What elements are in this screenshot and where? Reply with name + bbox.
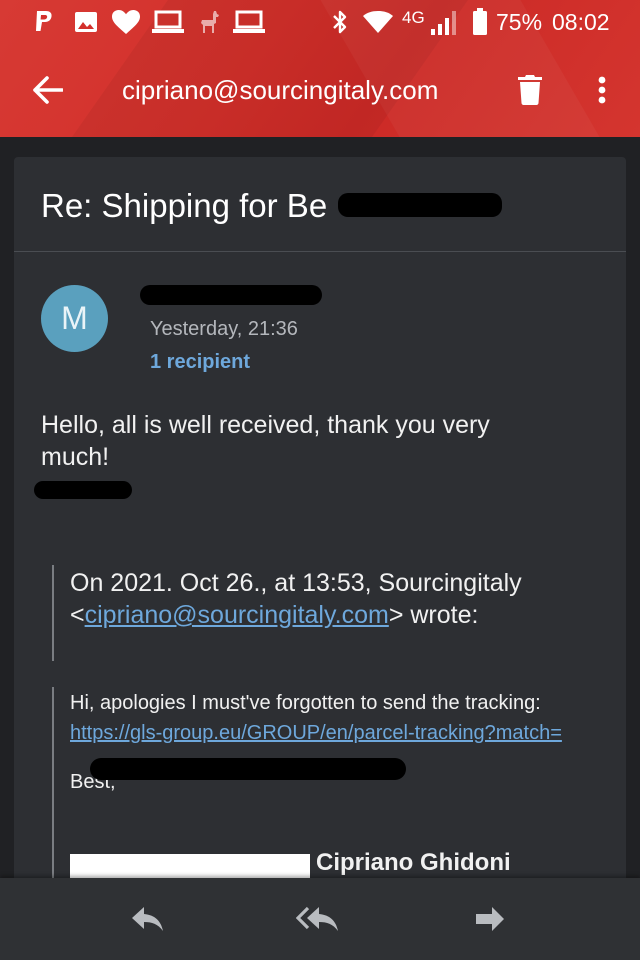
- avatar-initial: M: [61, 300, 88, 336]
- forward-icon: [476, 907, 504, 931]
- back-arrow-icon: [33, 76, 63, 104]
- wifi-icon: [362, 8, 394, 36]
- quoted-message: Hi, apologies I must've forgotten to sen…: [52, 687, 612, 897]
- more-vert-icon: [598, 76, 606, 104]
- divider: [14, 251, 626, 252]
- heart-icon: [110, 8, 142, 36]
- quoted-header: On 2021. Oct 26., at 13:53, Sourcingital…: [52, 565, 612, 661]
- email-date: Yesterday, 21:36: [150, 318, 298, 340]
- quoted-body-text: Hi, apologies I must've forgotten to sen…: [70, 692, 541, 714]
- avatar[interactable]: M: [41, 285, 108, 352]
- paypal-icon: [30, 8, 58, 36]
- signature-name: Cipriano Ghidoni: [316, 849, 511, 876]
- back-button[interactable]: [24, 66, 72, 114]
- toolbar-title: cipriano@sourcingitaly.com: [122, 75, 439, 105]
- quote-header-text: On 2021. Oct 26., at 13:53, Sourcingital…: [70, 567, 612, 631]
- recipients-link[interactable]: 1 recipient: [150, 351, 250, 374]
- signal-icon: [428, 8, 460, 36]
- reply-icon: [132, 907, 163, 931]
- bluetooth-icon: [329, 8, 351, 36]
- redacted-tracking-code: [90, 758, 406, 780]
- email-subject: Re: Shipping for Be: [41, 185, 327, 227]
- reply-all-button[interactable]: [290, 896, 346, 942]
- bottom-action-bar: [0, 878, 640, 960]
- battery-percent: 75%: [496, 9, 543, 35]
- reply-button[interactable]: [120, 896, 176, 942]
- laptop-icon: [151, 8, 185, 36]
- redacted-signature: [34, 481, 132, 499]
- quote-suffix: > wrote:: [388, 601, 479, 629]
- redacted-sender-name: [140, 285, 322, 305]
- network-type: 4G: [402, 8, 425, 27]
- subject-text: Re: Shipping for Be: [41, 187, 328, 224]
- toolbar: cipriano@sourcingitaly.com: [0, 44, 640, 136]
- trash-icon: [518, 75, 542, 105]
- image-icon: [72, 8, 100, 36]
- forward-button[interactable]: [462, 896, 518, 942]
- email-card: Re: Shipping for Be M Yesterday, 21:36 1…: [14, 157, 626, 897]
- llama-icon: [194, 8, 224, 36]
- sender-email-link[interactable]: cipriano@sourcingitaly.com: [85, 601, 389, 629]
- reply-all-icon: [296, 906, 338, 931]
- tracking-link[interactable]: https://gls-group.eu/GROUP/en/parcel-tra…: [70, 717, 600, 749]
- app-header: 4G 75% 08:02 cipriano@sourcingitaly.com: [0, 0, 640, 137]
- delete-button[interactable]: [506, 66, 554, 114]
- laptop-icon: [232, 8, 266, 36]
- status-bar: 4G 75% 08:02: [0, 0, 640, 44]
- email-body: Hello, all is well received, thank you v…: [41, 411, 490, 471]
- battery-icon: [470, 8, 490, 36]
- redaction-mark: [338, 193, 502, 217]
- clock: 08:02: [552, 9, 610, 35]
- signature-image-placeholder: [70, 854, 310, 880]
- more-options-button[interactable]: [578, 66, 626, 114]
